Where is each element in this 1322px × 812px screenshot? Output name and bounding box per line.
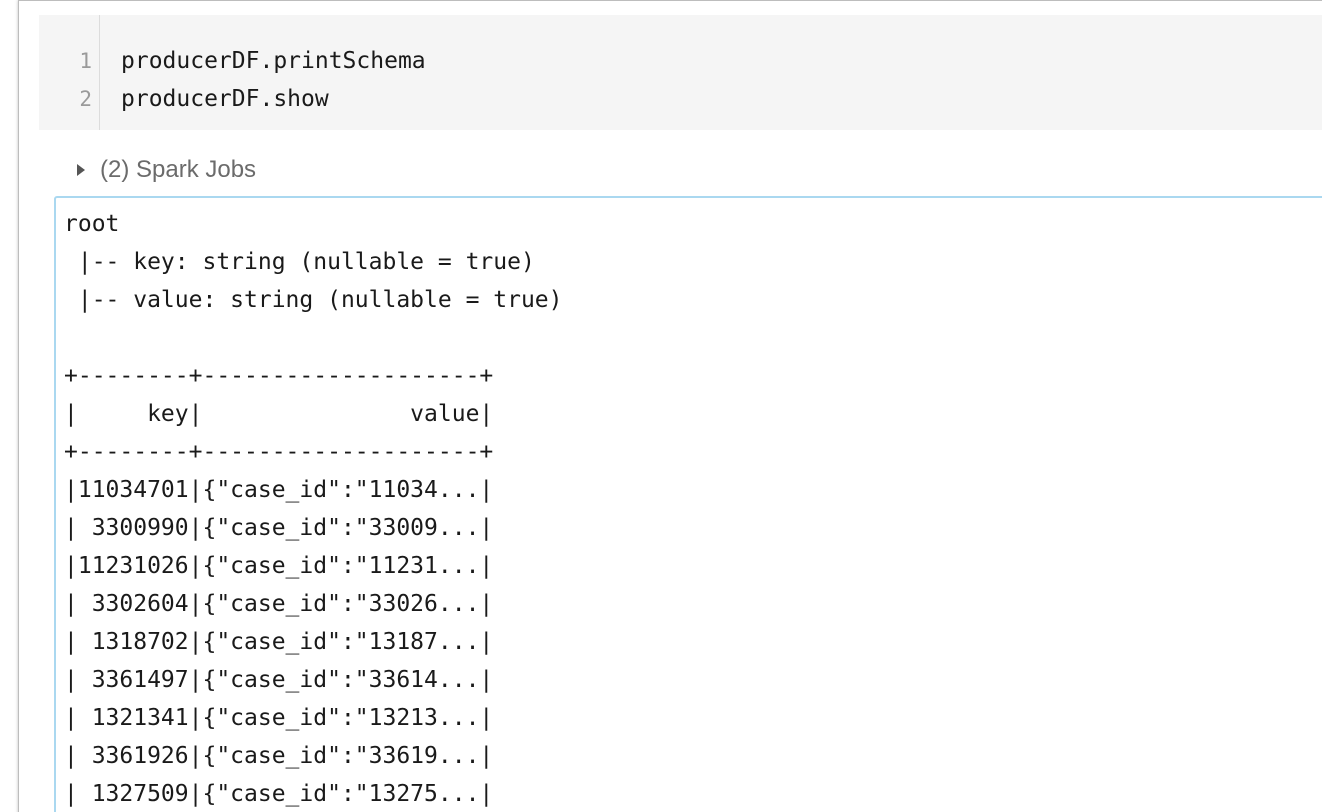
- spark-jobs-label: (2) Spark Jobs: [100, 156, 257, 183]
- table-row: | 3300990|{"case_id":"33009...|: [64, 515, 494, 541]
- expand-triangle-icon[interactable]: [77, 164, 85, 176]
- table-row: |11231026|{"case_id":"11231...|: [64, 553, 494, 579]
- line-number: 2: [79, 87, 92, 111]
- output-line: |-- key: string (nullable = true): [64, 249, 535, 275]
- table-row: | 3361497|{"case_id":"33614...|: [64, 667, 494, 693]
- table-row: | 1321341|{"case_id":"13213...|: [64, 705, 494, 731]
- output-line: +--------+--------------------+: [64, 439, 494, 465]
- output-line: | key| value|: [64, 401, 494, 427]
- code-line[interactable]: producerDF.show: [121, 80, 329, 118]
- code-line[interactable]: producerDF.printSchema: [121, 42, 426, 80]
- table-row: |11034701|{"case_id":"11034...|: [64, 477, 494, 503]
- line-number: 1: [79, 49, 92, 73]
- spark-jobs-toggle[interactable]: (2) Spark Jobs: [77, 153, 256, 187]
- output-line: root: [64, 211, 120, 237]
- output-line: |-- value: string (nullable = true): [64, 287, 563, 313]
- cell-output: root |-- key: string (nullable = true) |…: [54, 196, 1322, 812]
- table-row: | 3361926|{"case_id":"33619...|: [64, 743, 494, 769]
- output-line: +--------+--------------------+: [64, 363, 494, 389]
- code-editor[interactable]: 1 2 producerDF.printSchema producerDF.sh…: [39, 15, 1322, 130]
- table-row: | 3302604|{"case_id":"33026...|: [64, 591, 494, 617]
- table-row: | 1318702|{"case_id":"13187...|: [64, 629, 494, 655]
- table-row: | 1327509|{"case_id":"13275...|: [64, 781, 494, 807]
- notebook-cell: 1 2 producerDF.printSchema producerDF.sh…: [18, 0, 1322, 812]
- line-number-gutter: 1 2: [39, 15, 100, 130]
